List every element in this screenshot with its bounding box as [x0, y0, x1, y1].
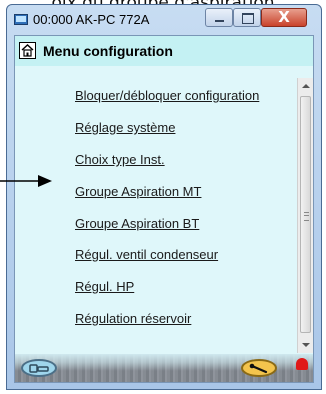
house-glyph-icon — [21, 44, 34, 57]
scroll-up-arrow-icon[interactable] — [302, 84, 310, 88]
menu-item-regulation-reservoir[interactable]: Régulation réservoir — [75, 311, 191, 326]
client-area: Menu configuration Bloquer/débloquer con… — [14, 35, 314, 383]
device-icon[interactable] — [21, 359, 57, 377]
menu-item-reglage-systeme[interactable]: Réglage système — [75, 120, 175, 135]
wrench-glyph-icon — [249, 363, 268, 374]
app-window: 00:000 AK-PC 772A X Menu configuration B… — [6, 4, 322, 390]
menu-item-groupe-aspiration-mt[interactable]: Groupe Aspiration MT — [75, 184, 201, 199]
device-glyph-icon — [29, 364, 49, 373]
close-button[interactable]: X — [261, 8, 307, 27]
app-icon — [14, 14, 28, 25]
scrollbar-thumb[interactable] — [300, 96, 311, 333]
title-bar[interactable]: 00:000 AK-PC 772A X — [7, 5, 321, 35]
maximize-button[interactable] — [233, 8, 261, 27]
menu-item-choix-type-inst[interactable]: Choix type Inst. — [75, 152, 165, 167]
home-icon[interactable] — [19, 42, 36, 59]
scrollbar-grip-icon — [304, 212, 309, 221]
menu-item-regul-ventil-condenseur[interactable]: Régul. ventil condenseur — [75, 247, 218, 262]
menu-item-regul-hp[interactable]: Régul. HP — [75, 279, 134, 294]
vertical-scrollbar[interactable] — [297, 78, 313, 353]
menu-item-bloquer-configuration[interactable]: Bloquer/débloquer configuration — [75, 88, 259, 103]
menu-title: Menu configuration — [43, 43, 173, 59]
menu-item-groupe-aspiration-bt[interactable]: Groupe Aspiration BT — [75, 216, 199, 231]
wrench-icon[interactable] — [241, 359, 277, 377]
bottom-status-bar — [15, 354, 313, 382]
pointer-arrow-icon — [0, 175, 52, 187]
minimize-button[interactable] — [205, 8, 233, 27]
close-icon: X — [278, 8, 290, 26]
window-title: 00:000 AK-PC 772A — [33, 12, 150, 27]
menu-header: Menu configuration — [15, 36, 313, 66]
scroll-down-arrow-icon[interactable] — [302, 343, 310, 347]
alarm-bell-icon[interactable] — [296, 358, 308, 370]
